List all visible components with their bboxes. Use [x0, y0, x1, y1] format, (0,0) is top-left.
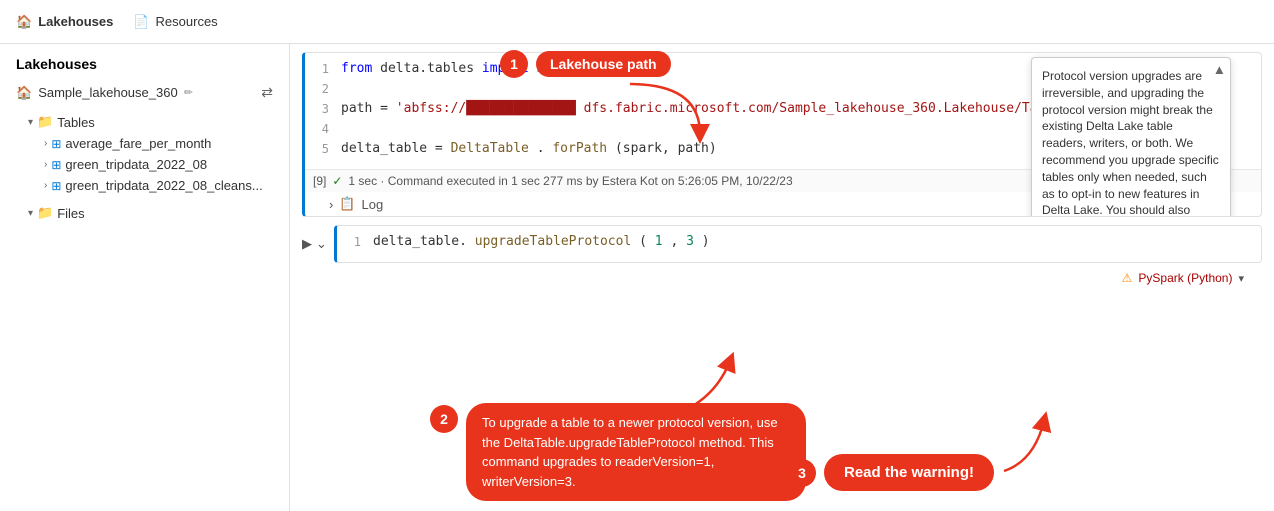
- line-num-5: 5: [305, 141, 341, 156]
- num-3: 3: [686, 234, 694, 249]
- header: 🏠 Lakehouses 📄 Resources: [0, 0, 1274, 44]
- line-num-21: 1: [337, 234, 373, 249]
- line-num-4: 4: [305, 121, 341, 136]
- table-chevron-0: ›: [44, 138, 47, 149]
- files-tree-item[interactable]: ▾ 📁 Files: [8, 202, 281, 224]
- table-item-2[interactable]: › ⊞ green_tripdata_2022_08_cleans...: [8, 175, 281, 196]
- folder-icon: 📁: [37, 114, 53, 130]
- cell-controls: ▶ ⌄: [302, 236, 327, 252]
- refresh-icon[interactable]: ⇄: [261, 84, 273, 101]
- code-lines-2: 1 delta_table. upgradeTableProtocol ( 1 …: [337, 226, 1261, 262]
- code-cell-2: 1 delta_table. upgradeTableProtocol ( 1 …: [334, 225, 1262, 263]
- fn-upgradeTableProtocol: upgradeTableProtocol: [475, 234, 632, 249]
- annotation-2-group: 2 To upgrade a table to a newer protocol…: [430, 403, 806, 501]
- lakehouse-name-text: Sample_lakehouse_360: [38, 85, 178, 100]
- resources-icon: 📄: [133, 14, 149, 30]
- sidebar: Lakehouses 🏠 Sample_lakehouse_360 ✏ ⇄ ▾ …: [0, 44, 290, 511]
- warning-chevron[interactable]: ▾: [1238, 272, 1244, 285]
- resources-nav[interactable]: 📄 Resources: [133, 14, 217, 30]
- resources-label: Resources: [156, 14, 218, 29]
- table-icon-2: ⊞: [51, 179, 61, 193]
- expand-icon[interactable]: ›: [329, 197, 333, 212]
- output-text: 1 sec · Command executed in 1 sec 277 ms…: [348, 174, 792, 188]
- files-section: ▾ 📁 Files: [8, 202, 281, 224]
- table-chevron-1: ›: [44, 159, 47, 170]
- tooltip-box: Protocol version upgrades are irreversib…: [1031, 57, 1231, 217]
- line-num-3: 3: [305, 101, 341, 116]
- warning-row: ⚠ PySpark (Python) ▾: [290, 267, 1274, 289]
- main-area: Lakehouses 🏠 Sample_lakehouse_360 ✏ ⇄ ▾ …: [0, 44, 1274, 511]
- annotation-2-circle: 2: [430, 405, 458, 433]
- table-item-1[interactable]: › ⊞ green_tripdata_2022_08: [8, 154, 281, 175]
- code-line-21: 1 delta_table. upgradeTableProtocol ( 1 …: [337, 234, 1261, 254]
- annotation-1-label: Lakehouse path: [536, 51, 671, 77]
- line-num-2: 2: [305, 81, 341, 96]
- fn-forPath: forPath: [552, 141, 607, 156]
- log-icon: 📋: [339, 196, 355, 212]
- table-name-0: average_fare_per_month: [65, 136, 211, 151]
- table-name-1: green_tripdata_2022_08: [65, 157, 207, 172]
- tables-section: ▾ 📁 Tables › ⊞ average_fare_per_month › …: [8, 111, 281, 196]
- line-code-21: delta_table. upgradeTableProtocol ( 1 , …: [373, 234, 1261, 249]
- code-cell-1: 1 from delta.tables import DeltaTable 2: [302, 52, 1262, 217]
- num-1: 1: [655, 234, 663, 249]
- lakehouses-nav[interactable]: 🏠 Lakehouses: [16, 14, 113, 30]
- pyspark-label: PySpark (Python): [1138, 271, 1232, 285]
- files-label: Files: [57, 206, 84, 221]
- lakehouse-icon2: 🏠: [16, 85, 32, 101]
- table-item-0[interactable]: › ⊞ average_fare_per_month: [8, 133, 281, 154]
- annotation-3-circle: 3: [788, 459, 816, 487]
- lakehouse-row: 🏠 Sample_lakehouse_360 ✏ ⇄: [8, 80, 281, 105]
- annotation-1-circle: 1: [500, 50, 528, 78]
- check-icon: ✓: [332, 174, 342, 188]
- tooltip-collapse[interactable]: ▲: [1213, 62, 1226, 77]
- code-cell-2-wrapper: ▶ ⌄ 1 delta_table. upgradeTableProtocol …: [290, 225, 1274, 263]
- tables-chevron: ▾: [28, 117, 33, 128]
- keyword-from: from: [341, 61, 372, 76]
- table-chevron-2: ›: [44, 180, 47, 191]
- warning-icon: ⚠: [1122, 271, 1133, 285]
- log-label: Log: [362, 197, 384, 212]
- table-icon-0: ⊞: [51, 137, 61, 151]
- tooltip-text: Protocol version upgrades are irreversib…: [1042, 69, 1219, 217]
- code-area: 1 from delta.tables import DeltaTable 2: [290, 44, 1274, 511]
- files-folder-icon: 📁: [37, 205, 53, 221]
- edit-icon: ✏: [184, 86, 193, 99]
- annotation-1-group: 1 Lakehouse path: [500, 50, 671, 78]
- tables-label: Tables: [57, 115, 95, 130]
- lakehouses-label: Lakehouses: [38, 14, 113, 29]
- cell-number: [9]: [313, 174, 326, 188]
- annotation-3-group: 3 Read the warning!: [788, 454, 994, 491]
- files-chevron: ▾: [28, 208, 33, 219]
- sidebar-title: Lakehouses: [8, 52, 281, 80]
- annotation-3-bubble: Read the warning!: [824, 454, 994, 491]
- expand-button[interactable]: ⌄: [316, 236, 327, 252]
- table-name-2: green_tripdata_2022_08_cleans...: [65, 178, 262, 193]
- line-num-1: 1: [305, 61, 341, 76]
- table-icon-1: ⊞: [51, 158, 61, 172]
- tables-tree-item[interactable]: ▾ 📁 Tables: [8, 111, 281, 133]
- annotation-2-bubble: To upgrade a table to a newer protocol v…: [466, 403, 806, 501]
- lakehouse-name[interactable]: 🏠 Sample_lakehouse_360 ✏: [16, 85, 193, 101]
- fn-deltaTable: DeltaTable: [451, 141, 529, 156]
- lakehouse-icon: 🏠: [16, 14, 32, 30]
- run-button[interactable]: ▶: [302, 236, 312, 252]
